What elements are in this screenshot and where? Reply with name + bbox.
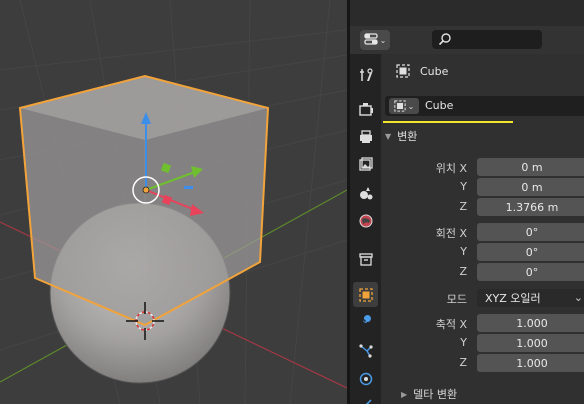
object-browse-button[interactable]: ⌄ bbox=[389, 98, 419, 114]
rotation-mode-select[interactable]: XYZ 오일러 ⌄ bbox=[477, 289, 584, 307]
3d-viewport[interactable] bbox=[0, 0, 347, 404]
rotation-x-field[interactable]: 0° bbox=[477, 223, 584, 241]
physics-icon bbox=[359, 372, 372, 385]
transform-panel-title: 변환 bbox=[397, 130, 418, 143]
search-input[interactable] bbox=[432, 30, 542, 49]
scale-x-field[interactable]: 1.000 bbox=[477, 314, 584, 332]
tab-world[interactable] bbox=[353, 208, 378, 233]
location-x-label: 위치 X bbox=[435, 162, 467, 175]
chevron-down-icon: ⌄ bbox=[573, 291, 583, 304]
tab-modifiers[interactable] bbox=[353, 310, 378, 335]
properties-editor: ⌄ Cube ⌄ Cube ▼ 변환 위치 X 0 m Y 0 m Z 1.37… bbox=[350, 0, 584, 404]
tab-scene[interactable] bbox=[353, 180, 378, 205]
location-x-field[interactable]: 0 m bbox=[477, 158, 584, 176]
expanded-triangle-icon: ▼ bbox=[385, 131, 392, 141]
scale-x-label: 축적 X bbox=[435, 318, 467, 331]
rotation-y-field[interactable]: 0° bbox=[477, 243, 584, 261]
tool-icon bbox=[359, 67, 373, 81]
tab-tool[interactable] bbox=[353, 62, 378, 87]
cube-object bbox=[18, 74, 270, 327]
render-icon bbox=[358, 102, 373, 116]
object-properties: Cube ⌄ Cube ▼ 변환 위치 X 0 m Y 0 m Z 1.3766… bbox=[381, 54, 584, 404]
transform-panel-header[interactable]: ▼ 변환 bbox=[385, 128, 417, 144]
object-name-value[interactable]: Cube bbox=[425, 99, 453, 112]
panel-topbar bbox=[350, 0, 584, 26]
delta-transform-title: 델타 변환 bbox=[413, 388, 458, 401]
collection-icon bbox=[358, 252, 373, 266]
location-z-label: Z bbox=[459, 200, 467, 213]
rotation-x-label: 회전 X bbox=[435, 227, 467, 240]
object-title-label: Cube bbox=[420, 64, 449, 78]
search-icon bbox=[438, 32, 452, 49]
rotation-mode-value: XYZ 오일러 bbox=[485, 292, 541, 305]
rotation-mode-label: 모드 bbox=[446, 293, 467, 306]
world-icon bbox=[359, 214, 372, 227]
chevron-down-icon: ⌄ bbox=[379, 35, 387, 45]
output-icon bbox=[359, 129, 372, 143]
object-icon bbox=[396, 64, 410, 78]
scale-y-label: Y bbox=[460, 336, 467, 349]
properties-tabs bbox=[350, 54, 381, 404]
active-highlight-line bbox=[383, 121, 513, 123]
object-title: Cube bbox=[396, 64, 448, 78]
rotation-z-label: Z bbox=[459, 265, 467, 278]
tab-view-layer[interactable] bbox=[353, 152, 378, 177]
properties-header: ⌄ bbox=[350, 26, 584, 54]
view-layer-icon bbox=[358, 156, 373, 171]
rotation-z-field[interactable]: 0° bbox=[477, 263, 584, 281]
object-icon bbox=[358, 287, 373, 302]
location-y-field[interactable]: 0 m bbox=[477, 178, 584, 196]
scale-z-field[interactable]: 1.000 bbox=[477, 354, 584, 372]
location-z-field[interactable]: 1.3766 m bbox=[477, 198, 584, 216]
properties-editor-icon bbox=[363, 32, 378, 48]
rotation-y-label: Y bbox=[460, 245, 467, 258]
wrench-icon bbox=[359, 314, 371, 329]
tab-particles[interactable] bbox=[353, 338, 378, 363]
tab-render[interactable] bbox=[353, 96, 378, 121]
object-icon bbox=[393, 100, 406, 112]
tab-collection[interactable] bbox=[353, 246, 378, 271]
tab-constraints[interactable] bbox=[353, 392, 378, 404]
location-y-label: Y bbox=[460, 180, 467, 193]
scale-z-label: Z bbox=[459, 356, 467, 369]
scene-icon bbox=[359, 186, 372, 199]
tab-physics[interactable] bbox=[353, 366, 378, 391]
collapsed-triangle-icon: ▶ bbox=[401, 389, 408, 399]
constraints-icon bbox=[364, 398, 372, 404]
delta-transform-header[interactable]: ▶ 델타 변환 bbox=[401, 386, 457, 402]
editor-type-button[interactable]: ⌄ bbox=[360, 30, 390, 50]
object-name-field[interactable]: ⌄ Cube bbox=[385, 96, 584, 116]
tab-object[interactable] bbox=[353, 282, 378, 307]
chevron-down-icon: ⌄ bbox=[407, 101, 415, 111]
viewport-scene bbox=[0, 0, 347, 404]
particles-icon bbox=[358, 343, 373, 358]
tab-output[interactable] bbox=[353, 124, 378, 149]
scale-y-field[interactable]: 1.000 bbox=[477, 334, 584, 352]
